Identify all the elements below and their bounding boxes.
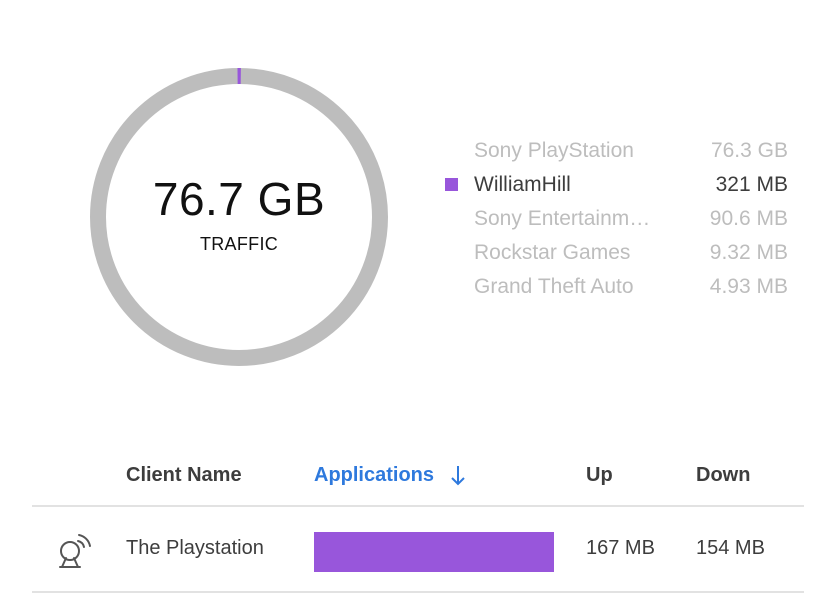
legend-item-value: 321 MB [715,173,788,196]
legend-item-grand-theft-auto[interactable]: Grand Theft Auto 4.93 MB [442,270,792,304]
legend-item-name: Sony PlayStation [474,139,634,162]
total-traffic-label: TRAFFIC [199,234,279,254]
legend-swatch [445,178,458,191]
applications-bar-track [314,532,554,572]
upload-value: 167 MB [586,537,655,559]
legend-item-value: 9.32 MB [709,241,788,264]
column-header-up[interactable]: Up [586,464,613,487]
applications-bar[interactable] [314,532,554,572]
column-header-client-name[interactable]: Client Name [126,464,242,487]
legend-item-value: 4.93 MB [709,275,788,298]
legend-item-sony-playstation[interactable]: Sony PlayStation 76.3 GB [442,134,792,168]
legend-item-name: Sony Entertainm… [474,207,651,230]
legend-item-rockstar-games[interactable]: Rockstar Games 9.32 MB [442,236,792,270]
legend-item-sony-entertainment[interactable]: Sony Entertainm… 90.6 MB [442,202,792,236]
traffic-legend: Sony PlayStation 76.3 GB WilliamHill 321… [442,134,792,304]
legend-item-name: Grand Theft Auto [474,275,634,298]
wireless-client-icon [54,529,96,571]
legend-item-value: 76.3 GB [710,139,788,162]
legend-item-name: Rockstar Games [474,241,631,264]
table-header: Client Name Applications Up Down [32,450,804,507]
arrow-down-icon[interactable] [448,464,468,488]
clients-table: Client Name Applications Up Down The Pla… [32,450,804,593]
legend-item-name: WilliamHill [474,173,571,196]
legend-item-value: 90.6 MB [709,207,788,230]
column-header-applications[interactable]: Applications [314,464,434,487]
client-name[interactable]: The Playstation [126,537,264,560]
download-value: 154 MB [696,537,765,559]
traffic-donut-chart: 76.7 GB TRAFFIC [88,66,390,368]
total-traffic-value: 76.7 GB [152,173,326,225]
legend-item-williamhill[interactable]: WilliamHill 321 MB [442,168,792,202]
column-header-down[interactable]: Down [696,464,750,487]
table-row[interactable]: The Playstation 167 MB 154 MB [32,507,804,593]
